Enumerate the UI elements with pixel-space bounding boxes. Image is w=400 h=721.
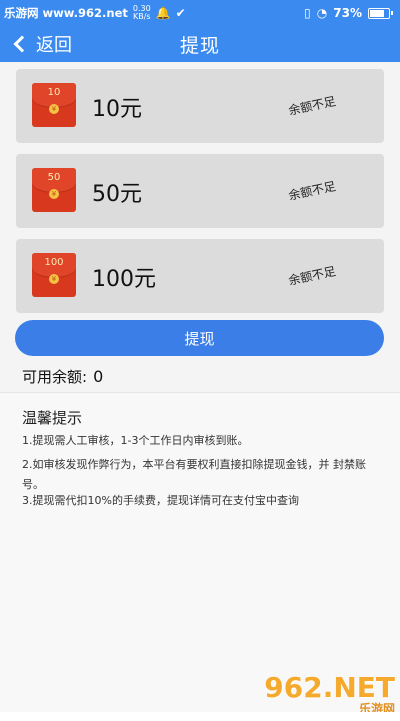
status-right: ▯ ◔ 73% xyxy=(304,6,393,20)
status-bar: 乐游网 www.962.net 0.30 KB/s 🔔 ✔ ▯ ◔ 73% xyxy=(0,0,400,26)
balance-value: 0 xyxy=(93,367,104,386)
tip-item: 3.提现需代扣10%的手续费，提现详情可在支付宝中查询 xyxy=(22,494,299,507)
battery-percent: 73% xyxy=(333,6,362,20)
withdraw-option-50[interactable]: 50 ¥ 50元 余额不足 xyxy=(16,154,384,228)
insufficient-label: 余额不足 xyxy=(287,179,338,203)
withdraw-button[interactable]: 提现 xyxy=(15,320,384,356)
chevron-left-icon xyxy=(13,35,31,53)
insufficient-label: 余额不足 xyxy=(287,264,338,288)
site-watermark: 乐游网 www.962.net xyxy=(4,6,128,20)
available-balance: 可用余额: 0 xyxy=(22,366,103,387)
network-speed: 0.30 KB/s xyxy=(133,5,151,21)
packet-value: 100 xyxy=(44,257,64,268)
tips-title: 温馨提示 xyxy=(22,409,83,427)
red-packet-icon: 10 ¥ xyxy=(32,83,76,127)
vibrate-icon: ▯ xyxy=(304,6,311,20)
tip-item: 1.提现需人工审核，1-3个工作日内审核到账。 xyxy=(22,434,249,447)
battery-icon xyxy=(368,7,393,19)
tip-item: 2.如审核发现作弊行为，本平台有要权利直接扣除提现金钱，并 封禁账号。 xyxy=(22,458,366,491)
wifi-icon: ◔ xyxy=(316,6,328,20)
bottom-strip xyxy=(0,712,400,721)
coin-icon: ¥ xyxy=(49,189,59,199)
site-logo-watermark: 962.NET 乐游网 xyxy=(264,670,395,718)
withdraw-option-10[interactable]: 10 ¥ 10元 余额不足 xyxy=(16,69,384,143)
coin-icon: ¥ xyxy=(49,104,59,114)
red-packet-icon: 50 ¥ xyxy=(32,168,76,212)
speed-unit: KB/s xyxy=(132,12,151,21)
red-packet-icon: 100 ¥ xyxy=(32,253,76,297)
notification-icon: 🔔 xyxy=(155,6,171,20)
back-button[interactable]: 返回 xyxy=(12,26,72,62)
insufficient-label: 余额不足 xyxy=(287,94,338,118)
check-icon: ✔ xyxy=(175,6,186,20)
tips-section: 温馨提示 1.提现需人工审核，1-3个工作日内审核到账。 2.如审核发现作弊行为… xyxy=(0,392,400,712)
packet-value: 50 xyxy=(47,172,61,183)
back-label: 返回 xyxy=(36,35,72,56)
option-amount: 100元 xyxy=(92,267,156,292)
balance-label: 可用余额: xyxy=(22,368,88,386)
coin-icon: ¥ xyxy=(49,274,59,284)
withdraw-option-100[interactable]: 100 ¥ 100元 余额不足 xyxy=(16,239,384,313)
title-bar: 返回 提现 xyxy=(0,26,400,62)
option-amount: 50元 xyxy=(92,182,142,207)
option-amount: 10元 xyxy=(92,97,142,122)
page-title: 提现 xyxy=(179,34,220,57)
packet-value: 10 xyxy=(47,87,61,98)
status-left: 乐游网 www.962.net 0.30 KB/s 🔔 ✔ xyxy=(4,5,186,21)
